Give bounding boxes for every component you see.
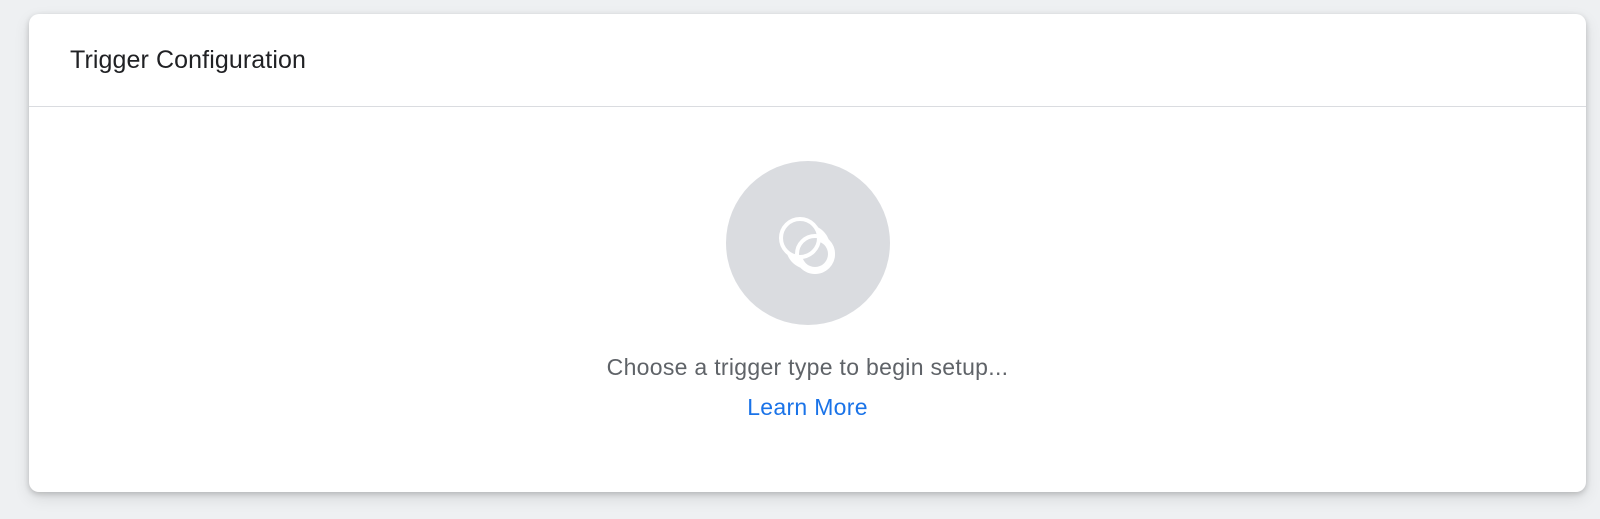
- trigger-icon: [779, 217, 835, 274]
- page-title: Trigger Configuration: [70, 45, 307, 74]
- choose-trigger-button[interactable]: [726, 161, 890, 325]
- card-body[interactable]: Choose a trigger type to begin setup... …: [29, 107, 1586, 492]
- learn-more-link[interactable]: Learn More: [747, 394, 868, 420]
- learn-more-container: Learn More: [29, 394, 1586, 421]
- card-header: Trigger Configuration: [29, 14, 1586, 107]
- choose-trigger-prompt: Choose a trigger type to begin setup...: [606, 354, 1009, 380]
- trigger-configuration-card: Trigger Configuration Choose a trigger t…: [29, 14, 1586, 492]
